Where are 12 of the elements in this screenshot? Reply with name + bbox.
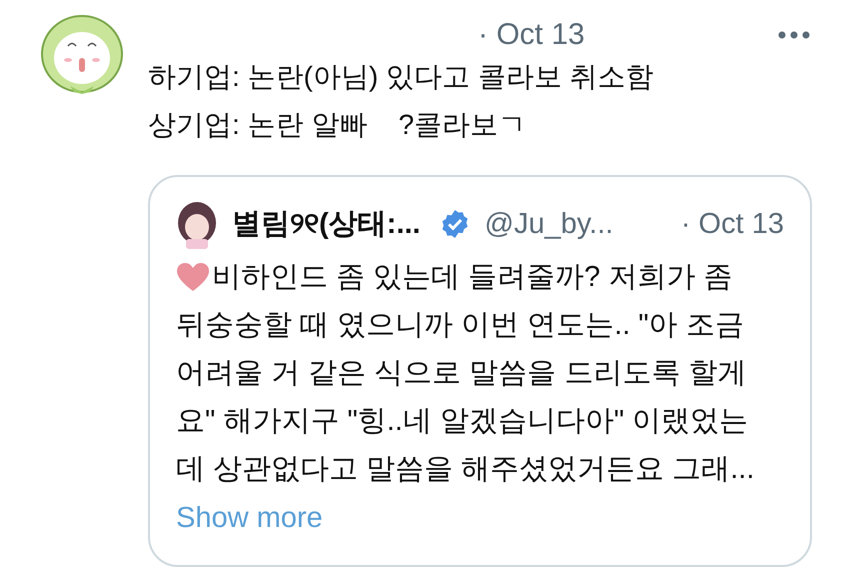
quoted-tweet-text: 비하인드 좀 있는데 들려줄까? 저희가 좀 xyxy=(212,260,732,296)
more-icon[interactable] xyxy=(778,30,810,39)
show-more-link[interactable]: Show more xyxy=(176,497,323,541)
avatar-drawing xyxy=(176,199,218,250)
heart-icon xyxy=(176,262,210,292)
quoted-date[interactable]: · Oct 13 xyxy=(680,202,784,246)
tweet-text: 하기업: 논란(아님) 있다고 콜라보 취소함 상기업: 논란 알빠 ?콜라보ㄱ xyxy=(148,60,655,142)
quote-card[interactable]: 별림୨୧(상태:... @Ju_by... · Oct 13 비하인드 좀 있는데 들려줄까? 저희가 좀 뒤숭숭할 때 였으니까 이번 연도는.. "아 조금 어려울 거 같은 식으로 말씀을 드리도록 할게 요" 해가지구 "힝..네 알겠습니다아" 이랬었는 데 상관없다고 말씀을 해주셨었거든요 그래... Show more xyxy=(148,175,812,567)
tweet-date[interactable]: · Oct 13 xyxy=(478,12,585,58)
quoted-tweet-text: 뒤숭숭할 때 였으니까 이번 연도는.. "아 조금 어려울 거 같은 식으로 말씀을 드리도록 할게 요" 해가지구 "힝..네 알겠습니다아" 이랬었는 데 상관없다고 말씀을 해주셨었거든요 그래... xyxy=(176,308,756,488)
quoted-handle[interactable]: @Ju_by... xyxy=(484,202,614,246)
quoted-author-name[interactable]: 별림୨୧(상태:... xyxy=(232,202,420,246)
